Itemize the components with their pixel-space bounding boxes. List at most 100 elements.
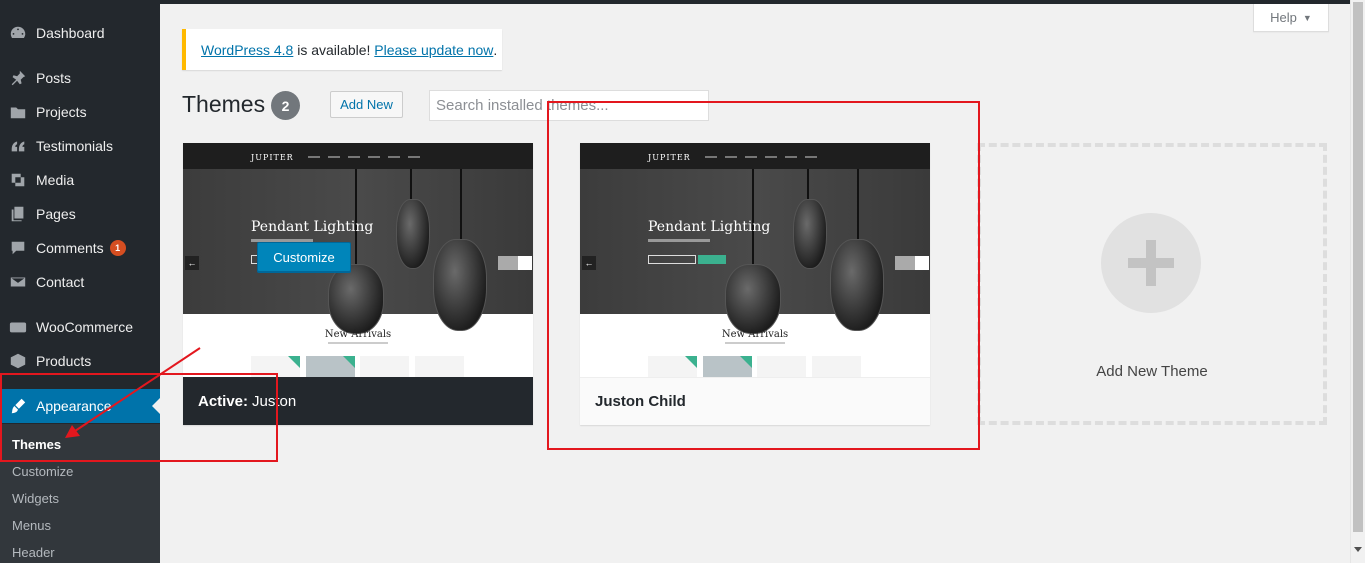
screenshot-hero: ← xyxy=(183,169,533,334)
scrollbar[interactable] xyxy=(1350,0,1365,563)
sidebar-item-products[interactable]: Products xyxy=(0,344,160,378)
admin-sidebar: Dashboard Posts Projects Testimonials Me… xyxy=(0,0,160,563)
theme-card-juston-child[interactable]: JUPITER ← Pendant Lighting New Arrivals … xyxy=(580,143,930,425)
search-input[interactable] xyxy=(429,90,709,121)
sidebar-item-label: Appearance xyxy=(36,398,112,414)
theme-name: Juston xyxy=(252,392,297,410)
sidebar-item-label: Pages xyxy=(36,206,76,222)
mail-icon xyxy=(0,273,36,291)
pin-icon xyxy=(0,69,36,87)
screenshot-navlinks xyxy=(705,156,817,158)
sidebar-item-label: Contact xyxy=(36,274,85,290)
folder-icon xyxy=(0,103,36,121)
sidebar-item-label: Dashboard xyxy=(36,25,105,41)
plus-icon xyxy=(1101,213,1201,313)
comment-icon xyxy=(0,239,36,257)
theme-card-juston[interactable]: JUPITER ← Pendant Lighting New Arrivals … xyxy=(183,143,533,425)
comment-count-badge: 1 xyxy=(109,240,126,256)
submenu-item-customize[interactable]: Customize xyxy=(0,458,160,484)
help-label: Help xyxy=(1270,10,1297,25)
screenshot-product xyxy=(251,356,300,377)
media-icon xyxy=(0,171,36,189)
sidebar-item-contact[interactable]: Contact xyxy=(0,265,160,299)
screenshot-section-title: New Arrivals xyxy=(721,329,789,340)
theme-footer: Juston Child xyxy=(580,377,930,425)
sidebar-item-label: WooCommerce xyxy=(36,319,133,335)
pages-icon xyxy=(0,205,36,223)
screenshot-hero-title: Pendant Lighting xyxy=(648,219,771,235)
admin-bar xyxy=(160,0,1365,4)
active-label: Active: xyxy=(198,392,249,410)
screenshot-next-arrow xyxy=(498,256,532,270)
update-notice: WordPress 4.8 is available! Please updat… xyxy=(182,29,502,70)
sidebar-item-dashboard[interactable]: Dashboard xyxy=(0,16,160,50)
screenshot-navlinks xyxy=(308,156,420,158)
sidebar-item-testimonials[interactable]: Testimonials xyxy=(0,129,160,163)
box-icon xyxy=(0,352,36,370)
sidebar-item-label: Posts xyxy=(36,70,72,86)
screenshot-product xyxy=(360,356,409,377)
sidebar-item-label: Products xyxy=(36,353,92,369)
notice-text: is available! xyxy=(293,41,375,58)
brush-icon xyxy=(0,397,36,415)
screenshot-product xyxy=(703,356,752,377)
screenshot-next-arrow xyxy=(895,256,929,270)
add-new-theme-card[interactable]: Add New Theme xyxy=(977,143,1327,425)
dashboard-icon xyxy=(0,24,36,42)
update-now-link[interactable]: Please update now xyxy=(374,42,493,58)
lamp-shape xyxy=(725,264,781,334)
lamp-shape xyxy=(793,199,827,269)
theme-footer: Active: Juston xyxy=(183,377,533,425)
woo-icon xyxy=(0,318,36,336)
theme-name: Juston Child xyxy=(595,393,686,410)
chevron-down-icon: ▼ xyxy=(1302,12,1312,23)
lamp-shape xyxy=(433,239,487,331)
screenshot-product xyxy=(757,356,806,377)
lamp-shape xyxy=(830,239,884,331)
scroll-down-icon[interactable] xyxy=(1354,547,1362,552)
sidebar-item-woocommerce[interactable]: WooCommerce xyxy=(0,310,160,344)
sidebar-item-media[interactable]: Media xyxy=(0,163,160,197)
page-title: Themes xyxy=(182,91,266,117)
lamp-shape xyxy=(396,199,430,269)
lamp-shape xyxy=(328,264,384,334)
screenshot-hero: ← xyxy=(580,169,930,334)
active-menu-arrow xyxy=(152,398,160,414)
add-new-button[interactable]: Add New xyxy=(330,91,403,118)
sidebar-item-posts[interactable]: Posts xyxy=(0,61,160,95)
screenshot-product xyxy=(415,356,464,377)
screenshot-logo: JUPITER xyxy=(251,153,294,162)
sidebar-item-label: Projects xyxy=(36,104,87,120)
screenshot-product xyxy=(812,356,861,377)
screenshot-section-title: New Arrivals xyxy=(324,329,392,340)
wordpress-version-link[interactable]: WordPress 4.8 xyxy=(201,42,293,58)
sidebar-item-pages[interactable]: Pages xyxy=(0,197,160,231)
screenshot-prev-arrow: ← xyxy=(185,256,199,270)
screenshot-product xyxy=(306,356,355,377)
sidebar-item-label: Comments xyxy=(36,240,104,256)
screenshot-logo: JUPITER xyxy=(648,153,691,162)
sidebar-item-label: Media xyxy=(36,172,75,188)
add-new-theme-label: Add New Theme xyxy=(1096,363,1208,380)
help-tab[interactable]: Help ▼ xyxy=(1253,4,1329,32)
submenu-item-themes[interactable]: Themes xyxy=(0,431,160,457)
screenshot-prev-arrow: ← xyxy=(582,256,596,270)
theme-screenshot: JUPITER ← Pendant Lighting New Arrivals xyxy=(183,143,533,377)
theme-count-badge: 2 xyxy=(271,91,300,120)
screenshot-product xyxy=(648,356,697,377)
screenshot-navbar: JUPITER xyxy=(183,143,533,169)
submenu-item-menus[interactable]: Menus xyxy=(0,512,160,538)
quote-icon xyxy=(0,137,36,155)
sidebar-item-projects[interactable]: Projects xyxy=(0,95,160,129)
sidebar-item-appearance[interactable]: Appearance xyxy=(0,389,160,423)
sidebar-item-comments[interactable]: Comments 1 xyxy=(0,231,160,265)
scrollbar-thumb[interactable] xyxy=(1353,2,1363,532)
screenshot-hero-title: Pendant Lighting xyxy=(251,219,374,235)
theme-screenshot: JUPITER ← Pendant Lighting New Arrivals xyxy=(580,143,930,377)
customize-button[interactable]: Customize xyxy=(257,242,351,272)
submenu-item-header[interactable]: Header xyxy=(0,539,160,563)
screenshot-navbar: JUPITER xyxy=(580,143,930,169)
sidebar-item-label: Testimonials xyxy=(36,138,114,154)
submenu-item-widgets[interactable]: Widgets xyxy=(0,485,160,511)
notice-end: . xyxy=(493,41,498,58)
